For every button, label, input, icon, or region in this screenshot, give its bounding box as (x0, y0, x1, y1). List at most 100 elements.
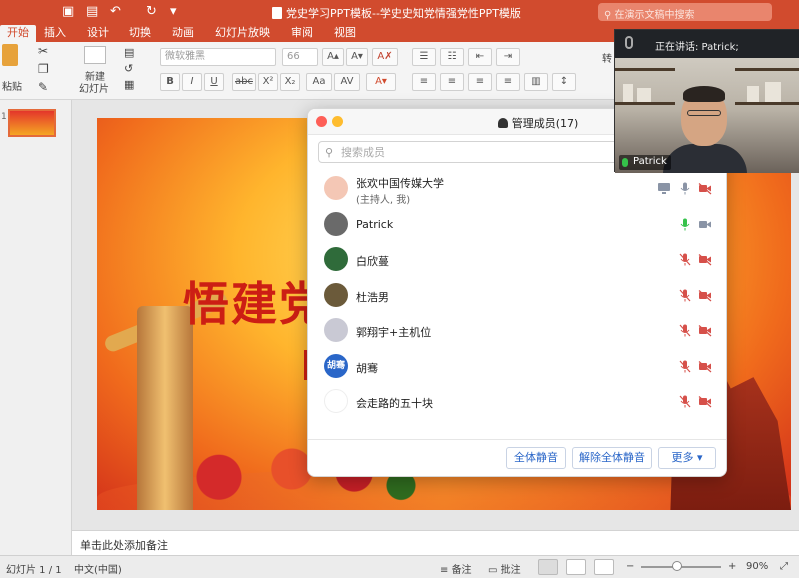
microphone-icon[interactable] (625, 36, 633, 49)
change-case-button[interactable]: Aa (306, 73, 332, 91)
zoom-in-button[interactable]: + (728, 561, 736, 572)
paste-button[interactable]: 粘贴 (2, 78, 22, 93)
normal-view-button[interactable] (538, 559, 558, 575)
member-mic-icon[interactable] (678, 253, 692, 266)
new-slide-label-2[interactable]: 幻灯片 (79, 80, 109, 95)
undo-icon[interactable]: ↶ (110, 4, 121, 19)
zoom-out-button[interactable]: − (626, 561, 634, 572)
member-row[interactable]: 杜浩男 (308, 278, 726, 314)
bold-button[interactable]: B (160, 73, 180, 91)
member-row[interactable]: 郭翔宇+主机位 (308, 313, 726, 349)
section-icon[interactable]: ▦ (124, 78, 134, 91)
member-camera-icon[interactable] (698, 218, 712, 231)
tab-view[interactable]: 视图 (327, 25, 363, 42)
video-window[interactable]: 正在讲话: Patrick; Patrick (614, 29, 799, 173)
font-color-button[interactable]: A▾ (366, 73, 396, 91)
tab-review[interactable]: 审阅 (284, 25, 320, 42)
language-indicator: 中文(中国) (74, 565, 122, 576)
document-search[interactable]: ⚲ 在演示文稿中搜索 (598, 3, 772, 21)
tab-design[interactable]: 设计 (80, 25, 116, 42)
active-speaker-label: 正在讲话: Patrick; (655, 42, 739, 53)
italic-button[interactable]: I (182, 73, 202, 91)
member-mic-icon[interactable] (678, 182, 692, 195)
align-right-button[interactable]: ≡ (468, 73, 492, 91)
char-spacing-button[interactable]: AV (334, 73, 360, 91)
slide-sorter-button[interactable] (566, 559, 586, 575)
reset-icon[interactable]: ↺ (124, 62, 133, 75)
convert-label[interactable]: 转 (602, 50, 612, 65)
status-bar: 幻灯片 1 / 1 中文(中国) ≡ 备注 ▭ 批注 − + 90% ⤢ (0, 555, 799, 578)
increase-indent-button[interactable]: ⇥ (496, 48, 520, 66)
subscript-button[interactable]: X₂ (280, 73, 300, 91)
title-bar: ▣ ▤ ↶ ↻ ▾ 党史学习PPT模板--学史史知党情强党性PPT模版 ⚲ 在演… (0, 0, 799, 24)
fit-slide-icon[interactable]: ⤢ (780, 561, 788, 572)
reading-view-button[interactable] (594, 559, 614, 575)
decrease-indent-button[interactable]: ⇤ (468, 48, 492, 66)
notes-placeholder: 单击此处添加备注 (80, 539, 168, 552)
comments-toggle[interactable]: ▭ 批注 (488, 561, 521, 576)
member-mic-icon[interactable] (678, 395, 692, 408)
book-decoration (623, 84, 633, 102)
zoom-slider-handle[interactable] (672, 561, 682, 571)
bullets-button[interactable]: ☰ (412, 48, 436, 66)
screen-share-icon[interactable] (657, 182, 671, 195)
member-camera-icon[interactable] (698, 395, 712, 408)
clear-format-button[interactable]: A✗ (372, 48, 398, 66)
more-options-button[interactable]: 更多 ▾ (658, 447, 716, 469)
line-spacing-button[interactable]: ↕ (552, 73, 576, 91)
numbering-button[interactable]: ☷ (440, 48, 464, 66)
grow-font-button[interactable]: A▴ (322, 48, 344, 66)
member-row[interactable]: 胡骞 胡骞 (308, 349, 726, 385)
tab-insert[interactable]: 插入 (37, 25, 73, 42)
save-icon[interactable]: ▤ (86, 4, 98, 19)
member-mic-icon[interactable] (678, 218, 692, 231)
member-mic-icon[interactable] (678, 324, 692, 337)
notes-toggle[interactable]: ≡ 备注 (440, 561, 472, 576)
member-camera-icon[interactable] (698, 289, 712, 302)
font-name-select[interactable]: 微软雅黑 (160, 48, 276, 66)
member-camera-icon[interactable] (698, 360, 712, 373)
new-slide-icon[interactable] (84, 46, 106, 64)
member-mic-icon[interactable] (678, 289, 692, 302)
tab-transitions[interactable]: 切换 (122, 25, 158, 42)
member-row[interactable]: 张欢中国传媒大学 (主持人, 我) (308, 171, 726, 207)
speaker-glasses (687, 110, 721, 116)
underline-button[interactable]: U (204, 73, 224, 91)
video-header: 正在讲话: Patrick; (615, 30, 799, 58)
redo-icon[interactable]: ↻ (146, 4, 157, 19)
paste-icon[interactable] (2, 44, 18, 66)
member-camera-icon[interactable] (698, 324, 712, 337)
columns-button[interactable]: ▥ (524, 73, 548, 91)
notes-pane[interactable]: 单击此处添加备注 (72, 530, 799, 555)
shrink-font-button[interactable]: A▾ (346, 48, 368, 66)
more-tools-icon[interactable]: ▾ (170, 4, 177, 19)
align-left-button[interactable]: ≡ (412, 73, 436, 91)
tab-animations[interactable]: 动画 (165, 25, 201, 42)
slide-thumbnail[interactable] (8, 109, 56, 137)
layout-icon[interactable]: ▤ (124, 46, 134, 59)
superscript-button[interactable]: X² (258, 73, 278, 91)
justify-button[interactable]: ≡ (496, 73, 520, 91)
format-painter-icon[interactable]: ✎ (38, 80, 48, 94)
tab-slideshow[interactable]: 幻灯片放映 (208, 25, 277, 42)
member-row[interactable]: Patrick (308, 207, 726, 243)
align-center-button[interactable]: ≡ (440, 73, 464, 91)
avatar (324, 247, 348, 271)
zoom-level[interactable]: 90% (746, 561, 768, 572)
avatar (324, 282, 348, 307)
member-mic-icon[interactable] (678, 360, 692, 373)
sidebar-toggle-icon[interactable]: ▣ (62, 4, 74, 19)
member-row[interactable]: 会走路的五十块 (308, 384, 726, 420)
avatar (324, 389, 348, 413)
cut-icon[interactable]: ✂ (38, 44, 48, 58)
member-camera-icon[interactable] (698, 253, 712, 266)
unmute-all-button[interactable]: 解除全体静音 (572, 447, 652, 469)
copy-icon[interactable]: ❐ (38, 62, 49, 76)
slide-title[interactable]: 悟建党 (183, 268, 327, 334)
mute-all-button[interactable]: 全体静音 (506, 447, 566, 469)
tab-home[interactable]: 开始 (0, 25, 36, 42)
strikethrough-button[interactable]: abc (232, 73, 256, 91)
font-size-select[interactable]: 66 (282, 48, 318, 66)
member-row[interactable]: 白欣蔓 (308, 242, 726, 278)
member-camera-icon[interactable] (698, 182, 712, 195)
